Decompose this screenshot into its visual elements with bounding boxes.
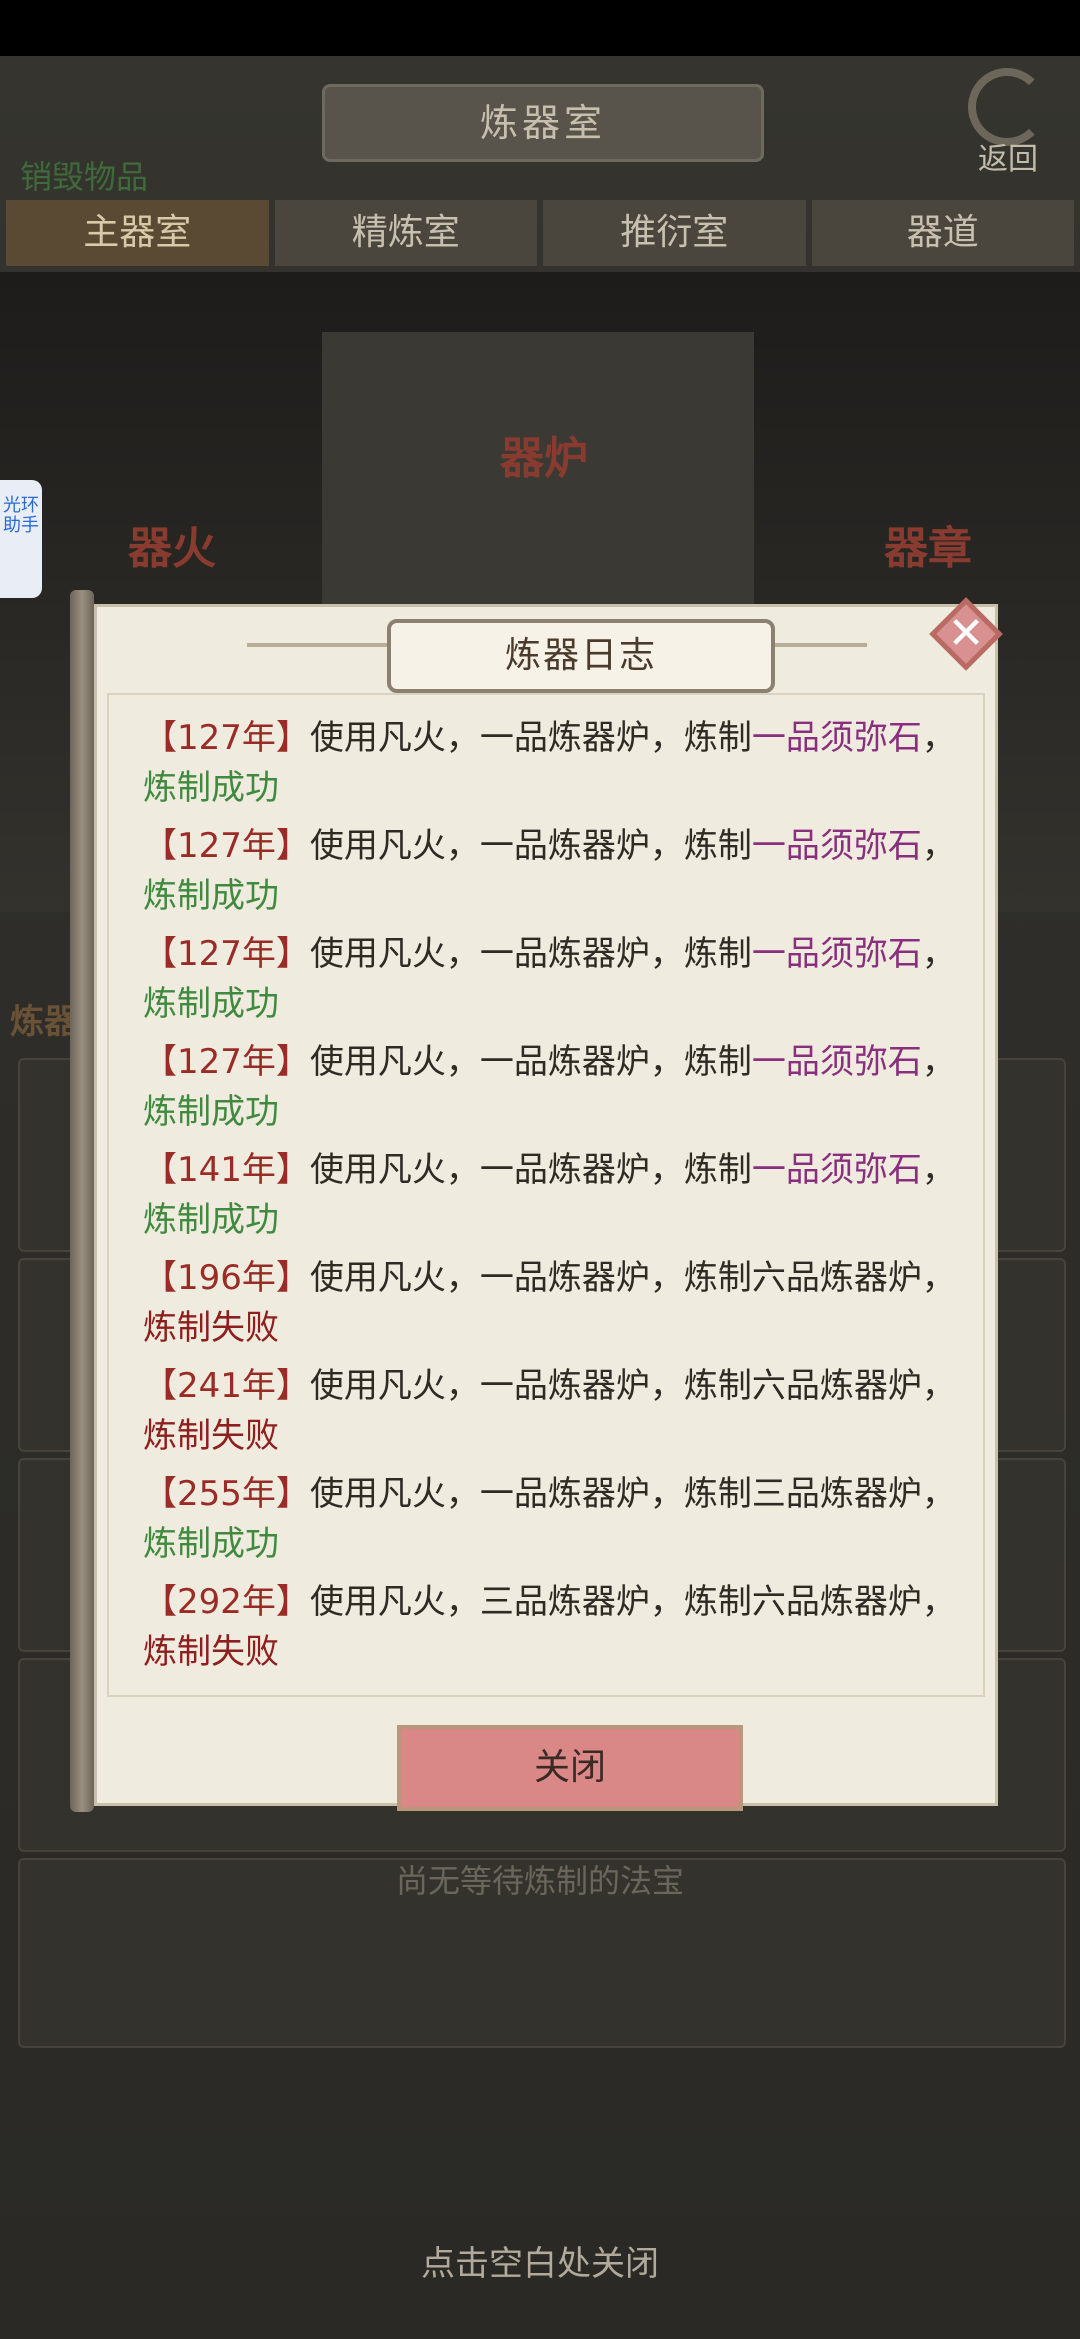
fire-label: 器火 [128,523,216,574]
tab-bar: 主器室 精炼室 推衍室 器道 [6,200,1074,266]
log-text: 使用凡火，一品炼器炉，炼制 [309,1366,752,1406]
log-suffix: ， [921,1366,956,1406]
log-suffix: ， [921,1150,956,1190]
tab-main-room[interactable]: 主器室 [6,200,269,266]
page-title: 炼器室 [322,84,764,162]
log-item: 一品须弥石 [751,826,922,866]
log-result: 炼制失败 [143,1308,279,1348]
refine-section-label: 炼器 [10,1002,78,1042]
log-year: 【141年】 [143,1150,310,1190]
close-button[interactable]: 关闭 [397,1725,743,1811]
log-item: 一品须弥石 [751,934,922,974]
log-entry: 【127年】使用凡火，一品炼器炉，炼制一品须弥石， 炼制成功 [143,929,1003,1037]
destroy-items-link[interactable]: 销毁物品 [20,152,148,198]
log-year: 【196年】 [143,1258,310,1298]
log-suffix: ， [921,1582,956,1622]
log-text: 使用凡火，一品炼器炉，炼制 [309,1042,752,1082]
log-item: 六品炼器炉 [751,1582,922,1622]
log-text: 使用凡火，一品炼器炉，炼制 [309,1258,752,1298]
log-entry: 【241年】使用凡火，一品炼器炉，炼制六品炼器炉， 炼制失败 [143,1361,1003,1469]
log-result: 炼制成功 [143,876,279,916]
scroll-rod [70,590,94,1812]
log-text: 使用凡火，三品炼器炉，炼制 [309,1582,752,1622]
dialog-paper: 炼器日志 【127年】使用凡火，一品炼器炉，炼制一品须弥石， 炼制成功 【127年】… [94,604,998,1811]
log-suffix: ， [921,1258,956,1298]
dialog-close-x[interactable]: ✕ [929,597,1003,671]
log-item: 三品炼器炉 [751,1474,922,1514]
log-result: 炼制失败 [143,1632,279,1672]
tab-artifact-dao[interactable]: 器道 [811,200,1074,266]
log-item: 一品须弥石 [751,1042,922,1082]
status-bar [0,0,1080,56]
log-text: 使用凡火，一品炼器炉，炼制 [309,1474,752,1514]
log-year: 【127年】 [143,718,310,758]
close-icon: ✕ [947,608,985,659]
log-suffix: ， [921,826,956,866]
log-entry: 【127年】使用凡火，一品炼器炉，炼制一品须弥石， 炼制成功 [143,821,1003,929]
log-suffix: ， [921,1042,956,1082]
log-suffix: ， [921,1474,956,1514]
dialog-title: 炼器日志 [387,619,775,693]
log-year: 【255年】 [143,1474,310,1514]
log-list[interactable]: 【127年】使用凡火，一品炼器炉，炼制一品须弥石， 炼制成功 【127年】使用凡火，… [143,713,1003,1685]
log-year: 【127年】 [143,934,310,974]
back-button[interactable]: 返回 [958,68,1062,178]
furnace-label: 器炉 [500,433,588,484]
log-item: 六品炼器炉 [751,1366,922,1406]
chapter-label: 器章 [884,523,972,574]
log-text: 使用凡火，一品炼器炉，炼制 [309,826,752,866]
log-result: 炼制成功 [143,768,279,808]
log-year: 【292年】 [143,1582,310,1622]
log-text: 使用凡火，一品炼器炉，炼制 [309,934,752,974]
log-suffix: ， [921,934,956,974]
log-suffix: ， [921,718,956,758]
log-entry: 【127年】使用凡火，一品炼器炉，炼制一品须弥石， 炼制成功 [143,1037,1003,1145]
log-result: 炼制成功 [143,984,279,1024]
log-year: 【127年】 [143,1042,310,1082]
log-result: 炼制成功 [143,1092,279,1132]
empty-queue-text: 尚无等待炼制的法宝 [395,1862,684,1900]
log-text: 使用凡火，一品炼器炉，炼制 [309,1150,752,1190]
tap-to-close-hint[interactable]: 点击空白处关闭 [0,2236,1080,2285]
back-label: 返回 [978,142,1038,177]
log-text: 使用凡火，一品炼器炉，炼制 [309,718,752,758]
log-result: 炼制失败 [143,1416,279,1456]
log-entry: 【292年】使用凡火，三品炼器炉，炼制六品炼器炉， 炼制失败 [143,1577,1003,1685]
log-year: 【241年】 [143,1366,310,1406]
helper-side-tab[interactable]: 光环助手 [0,480,42,598]
log-entry: 【141年】使用凡火，一品炼器炉，炼制一品须弥石， 炼制成功 [143,1145,1003,1253]
forge-log-dialog: 炼器日志 【127年】使用凡火，一品炼器炉，炼制一品须弥石， 炼制成功 【127年】… [70,590,1003,1812]
log-item: 六品炼器炉 [751,1258,922,1298]
log-result: 炼制成功 [143,1524,279,1564]
log-year: 【127年】 [143,826,310,866]
log-entry: 【196年】使用凡火，一品炼器炉，炼制六品炼器炉， 炼制失败 [143,1253,1003,1361]
log-item: 一品须弥石 [751,718,922,758]
log-entry: 【255年】使用凡火，一品炼器炉，炼制三品炼器炉， 炼制成功 [143,1469,1003,1577]
log-item: 一品须弥石 [751,1150,922,1190]
tab-deduce-room[interactable]: 推衍室 [543,200,806,266]
log-result: 炼制成功 [143,1200,279,1240]
log-entry: 【127年】使用凡火，一品炼器炉，炼制一品须弥石， 炼制成功 [143,713,1003,821]
tab-refine-room[interactable]: 精炼室 [274,200,537,266]
